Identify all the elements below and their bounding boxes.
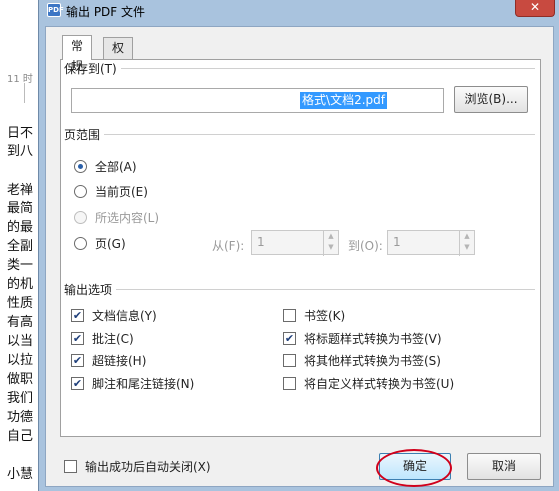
background-document: 11 时 日不 到八 老禅 最简 的最 全副 类一 的机 性质 有高 以当 以拉… [0, 0, 40, 491]
check-comments-label: 批注(C) [92, 331, 134, 346]
radio-current-page-label: 当前页(E) [95, 184, 148, 199]
radio-pages[interactable]: 页(G) [74, 234, 126, 252]
check-footnote-links[interactable]: ✔ 脚注和尾注链接(N) [71, 374, 194, 392]
check-bookmarks-label: 书签(K) [304, 308, 346, 323]
checkmark-icon[interactable]: ✔ [71, 331, 84, 345]
tab-panel-general: 保存到(T) 格式\文档2.pdf 浏览(B)... 页范围 全部(A) 当前页… [60, 59, 541, 437]
checkmark-icon[interactable]: ✔ [71, 308, 84, 322]
close-icon: ✕ [529, 0, 541, 14]
to-label: 到(O): [348, 239, 383, 253]
doc-text-line: 自己 [7, 429, 34, 444]
check-auto-close[interactable]: 输出成功后自动关闭(X) [64, 457, 211, 475]
check-auto-close-label: 输出成功后自动关闭(X) [85, 459, 211, 474]
check-other-to-bookmarks[interactable]: 将其他样式转换为书签(S) [283, 351, 441, 369]
doc-text-line: 以拉 [7, 353, 34, 368]
cancel-button[interactable]: 取消 [467, 453, 541, 480]
radio-selection-indicator [74, 210, 87, 224]
radio-all[interactable]: 全部(A) [74, 157, 137, 175]
dialog-title: 输出 PDF 文件 [66, 5, 146, 19]
check-other-to-bookmarks-label: 将其他样式转换为书签(S) [304, 353, 441, 368]
output-options-label: 输出选项 [64, 281, 117, 298]
from-page-stepper: 1 ▲ ▼ [251, 230, 339, 256]
tab-general[interactable]: 常规 [62, 35, 93, 73]
page-range-label: 页范围 [64, 126, 105, 143]
to-page-stepper: 1 ▲ ▼ [387, 230, 475, 256]
check-bookmarks[interactable]: 书签(K) [283, 306, 345, 324]
check-heading-to-bookmarks[interactable]: ✔ 将标题样式转换为书签(V) [283, 329, 442, 347]
doc-text-line: 小慧 [7, 467, 34, 482]
check-doc-info-label: 文档信息(Y) [92, 308, 157, 323]
radio-selection: 所选内容(L) [74, 208, 159, 226]
doc-text-line: 的最 [7, 220, 34, 235]
spin-arrows-icon: ▲ ▼ [323, 231, 338, 256]
radio-pages-indicator[interactable] [74, 236, 87, 250]
check-hyperlinks[interactable]: ✔ 超链接(H) [71, 351, 146, 369]
checkbox-empty[interactable] [283, 308, 296, 322]
doc-text-line: 有高 [7, 315, 34, 330]
save-path-input[interactable]: 格式\文档2.pdf [71, 88, 444, 113]
checkbox-empty[interactable] [283, 376, 296, 390]
doc-text-line: 功德 [7, 410, 34, 425]
radio-all-label: 全部(A) [95, 159, 137, 174]
doc-text-line: 做职 [7, 372, 34, 387]
doc-text-line: 的机 [7, 277, 34, 292]
divider [101, 134, 535, 135]
save-path-value: 格式\文档2.pdf [300, 92, 387, 109]
check-doc-info[interactable]: ✔ 文档信息(Y) [71, 306, 157, 324]
dialog-titlebar[interactable]: PDF 输出 PDF 文件 ✕ [39, 0, 559, 20]
check-hyperlinks-label: 超链接(H) [92, 353, 147, 368]
radio-current-page[interactable]: 当前页(E) [74, 182, 148, 200]
check-custom-to-bookmarks[interactable]: 将自定义样式转换为书签(U) [283, 374, 454, 392]
doc-text-line: 以当 [7, 334, 34, 349]
radio-all-indicator[interactable] [74, 159, 87, 173]
check-comments[interactable]: ✔ 批注(C) [71, 329, 134, 347]
divider [117, 68, 535, 69]
radio-pages-label: 页(G) [95, 236, 126, 251]
from-page-value: 1 [257, 235, 265, 249]
doc-text-line: 老禅 [7, 183, 34, 198]
doc-text-line: 最简 [7, 201, 34, 216]
doc-text-line: 我们 [7, 391, 34, 406]
dialog-client-area: 常规 权限设置 保存到(T) 格式\文档2.pdf 浏览(B)... 页范围 全… [45, 26, 554, 487]
doc-text-line: 类一 [7, 258, 34, 273]
checkmark-icon[interactable]: ✔ [71, 353, 84, 367]
ok-button[interactable]: 确定 [379, 453, 451, 480]
divider [113, 289, 535, 290]
to-page-value: 1 [393, 235, 401, 249]
check-custom-to-bookmarks-label: 将自定义样式转换为书签(U) [304, 376, 455, 391]
spin-arrows-icon: ▲ ▼ [459, 231, 474, 256]
doc-text-line: 到八 [7, 144, 34, 159]
close-button[interactable]: ✕ [515, 0, 555, 17]
checkbox-empty[interactable] [64, 459, 77, 473]
radio-selection-label: 所选内容(L) [95, 210, 160, 225]
from-label: 从(F): [212, 239, 245, 253]
checkmark-icon[interactable]: ✔ [283, 331, 296, 345]
doc-text-line: 性质 [7, 296, 34, 311]
doc-ruler-mark [24, 83, 34, 103]
doc-text-line: 全副 [7, 239, 34, 254]
tab-permissions[interactable]: 权限设置 [103, 37, 134, 115]
radio-current-page-indicator[interactable] [74, 184, 87, 198]
browse-button[interactable]: 浏览(B)... [454, 86, 528, 113]
check-heading-to-bookmarks-label: 将标题样式转换为书签(V) [304, 331, 442, 346]
app-icon: PDF [47, 3, 64, 17]
doc-text-line: 日不 [7, 126, 34, 141]
export-pdf-dialog: PDF 输出 PDF 文件 ✕ 常规 权限设置 保存到(T) 格式\文档2.pd… [38, 0, 559, 491]
check-footnote-links-label: 脚注和尾注链接(N) [92, 376, 195, 391]
checkbox-empty[interactable] [283, 353, 296, 367]
checkmark-icon[interactable]: ✔ [71, 376, 84, 390]
